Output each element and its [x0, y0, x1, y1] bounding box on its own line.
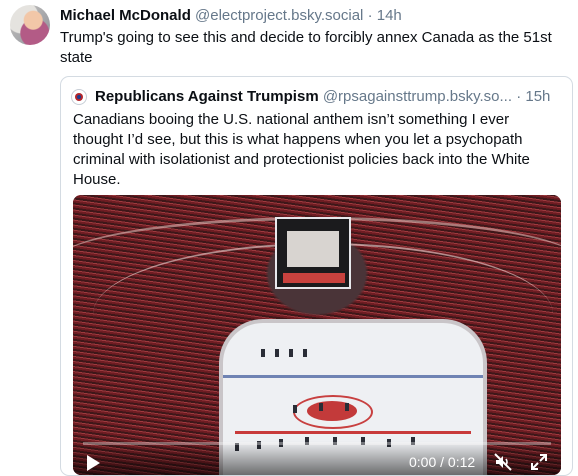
player-figure — [289, 349, 293, 357]
player-figure — [345, 403, 349, 411]
separator-dot: · — [367, 7, 373, 24]
quoted-post[interactable]: Republicans Against Trumpism @rpsagainst… — [60, 76, 573, 476]
player-figure — [293, 405, 297, 413]
player-figure — [303, 349, 307, 357]
speaker-muted-icon[interactable] — [493, 452, 513, 472]
red-line — [235, 431, 471, 434]
author-name[interactable]: Michael McDonald — [60, 7, 191, 24]
video-progress-bar[interactable] — [83, 442, 551, 445]
quoted-post-text: Canadians booing the U.S. national anthe… — [73, 111, 530, 188]
blue-line — [223, 375, 483, 378]
jumbotron-screen — [287, 231, 339, 267]
quoted-post-header: Republicans Against Trumpism @rpsagainst… — [95, 87, 550, 107]
quoted-author-avatar[interactable] — [71, 89, 87, 105]
jumbotron-ribbon — [283, 273, 345, 283]
player-figure — [319, 403, 323, 411]
post-header: Michael McDonald @electproject.bsky.soci… — [60, 6, 402, 26]
quoted-author-name[interactable]: Republicans Against Trumpism — [95, 88, 319, 105]
post-time[interactable]: 14h — [377, 7, 402, 24]
author-handle[interactable]: @electproject.bsky.social — [195, 7, 363, 24]
video-controls — [73, 441, 561, 475]
play-icon[interactable] — [87, 455, 100, 471]
player-figure — [275, 349, 279, 357]
player-figure — [261, 349, 265, 357]
post-text: Trump's going to see this and decide to … — [60, 29, 552, 66]
center-ice-logo — [307, 401, 357, 421]
separator-dot: · — [516, 88, 522, 105]
expand-icon[interactable] — [529, 452, 549, 472]
video-player[interactable]: 0:00 / 0:12 — [73, 195, 561, 475]
quoted-post-time[interactable]: 15h — [525, 88, 550, 105]
jumbotron — [275, 217, 351, 289]
quoted-author-handle[interactable]: @rpsagainsttrump.bsky.so... — [323, 88, 512, 105]
avatar[interactable] — [10, 5, 50, 45]
video-time-readout: 0:00 / 0:12 — [409, 454, 476, 470]
